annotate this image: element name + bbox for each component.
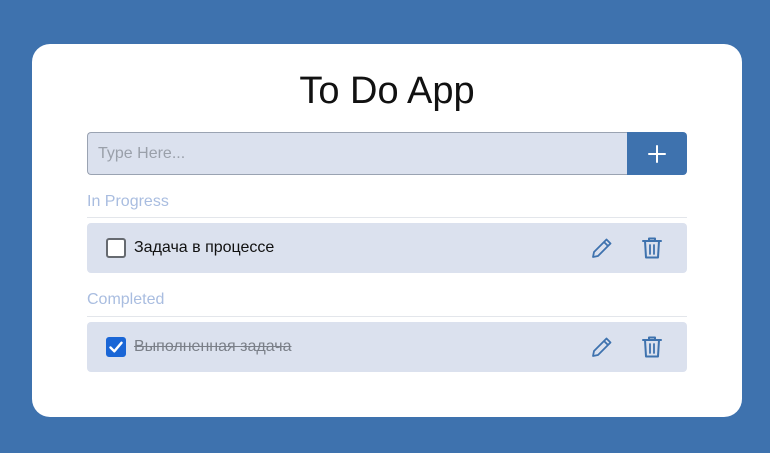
task-text: Выполненная задача	[134, 338, 292, 355]
section-label-in-progress: In Progress	[87, 193, 169, 210]
task-text: Задача в процессе	[134, 239, 275, 256]
divider	[87, 316, 687, 317]
edit-task-button[interactable]	[587, 233, 617, 263]
app-title: To Do App	[299, 70, 475, 112]
pencil-icon	[592, 238, 612, 258]
trash-icon	[642, 237, 662, 259]
plus-icon	[648, 144, 666, 163]
trash-icon	[642, 336, 662, 358]
checkmark-icon	[109, 341, 123, 353]
task-checkbox[interactable]	[106, 238, 126, 258]
new-task-form	[87, 132, 687, 175]
delete-task-button[interactable]	[637, 233, 667, 263]
add-task-button[interactable]	[627, 132, 687, 175]
delete-task-button[interactable]	[637, 332, 667, 362]
task-input[interactable]	[87, 132, 627, 175]
task-row-in-progress: Задача в процессе	[87, 223, 687, 273]
edit-task-button[interactable]	[587, 332, 617, 362]
todo-card: To Do App In Progress Задача в процессе	[32, 44, 742, 417]
section-label-completed: Completed	[87, 291, 165, 308]
task-checkbox-checked[interactable]	[106, 337, 126, 357]
task-row-completed: Выполненная задача	[87, 322, 687, 372]
pencil-icon	[592, 337, 612, 357]
divider	[87, 217, 687, 218]
